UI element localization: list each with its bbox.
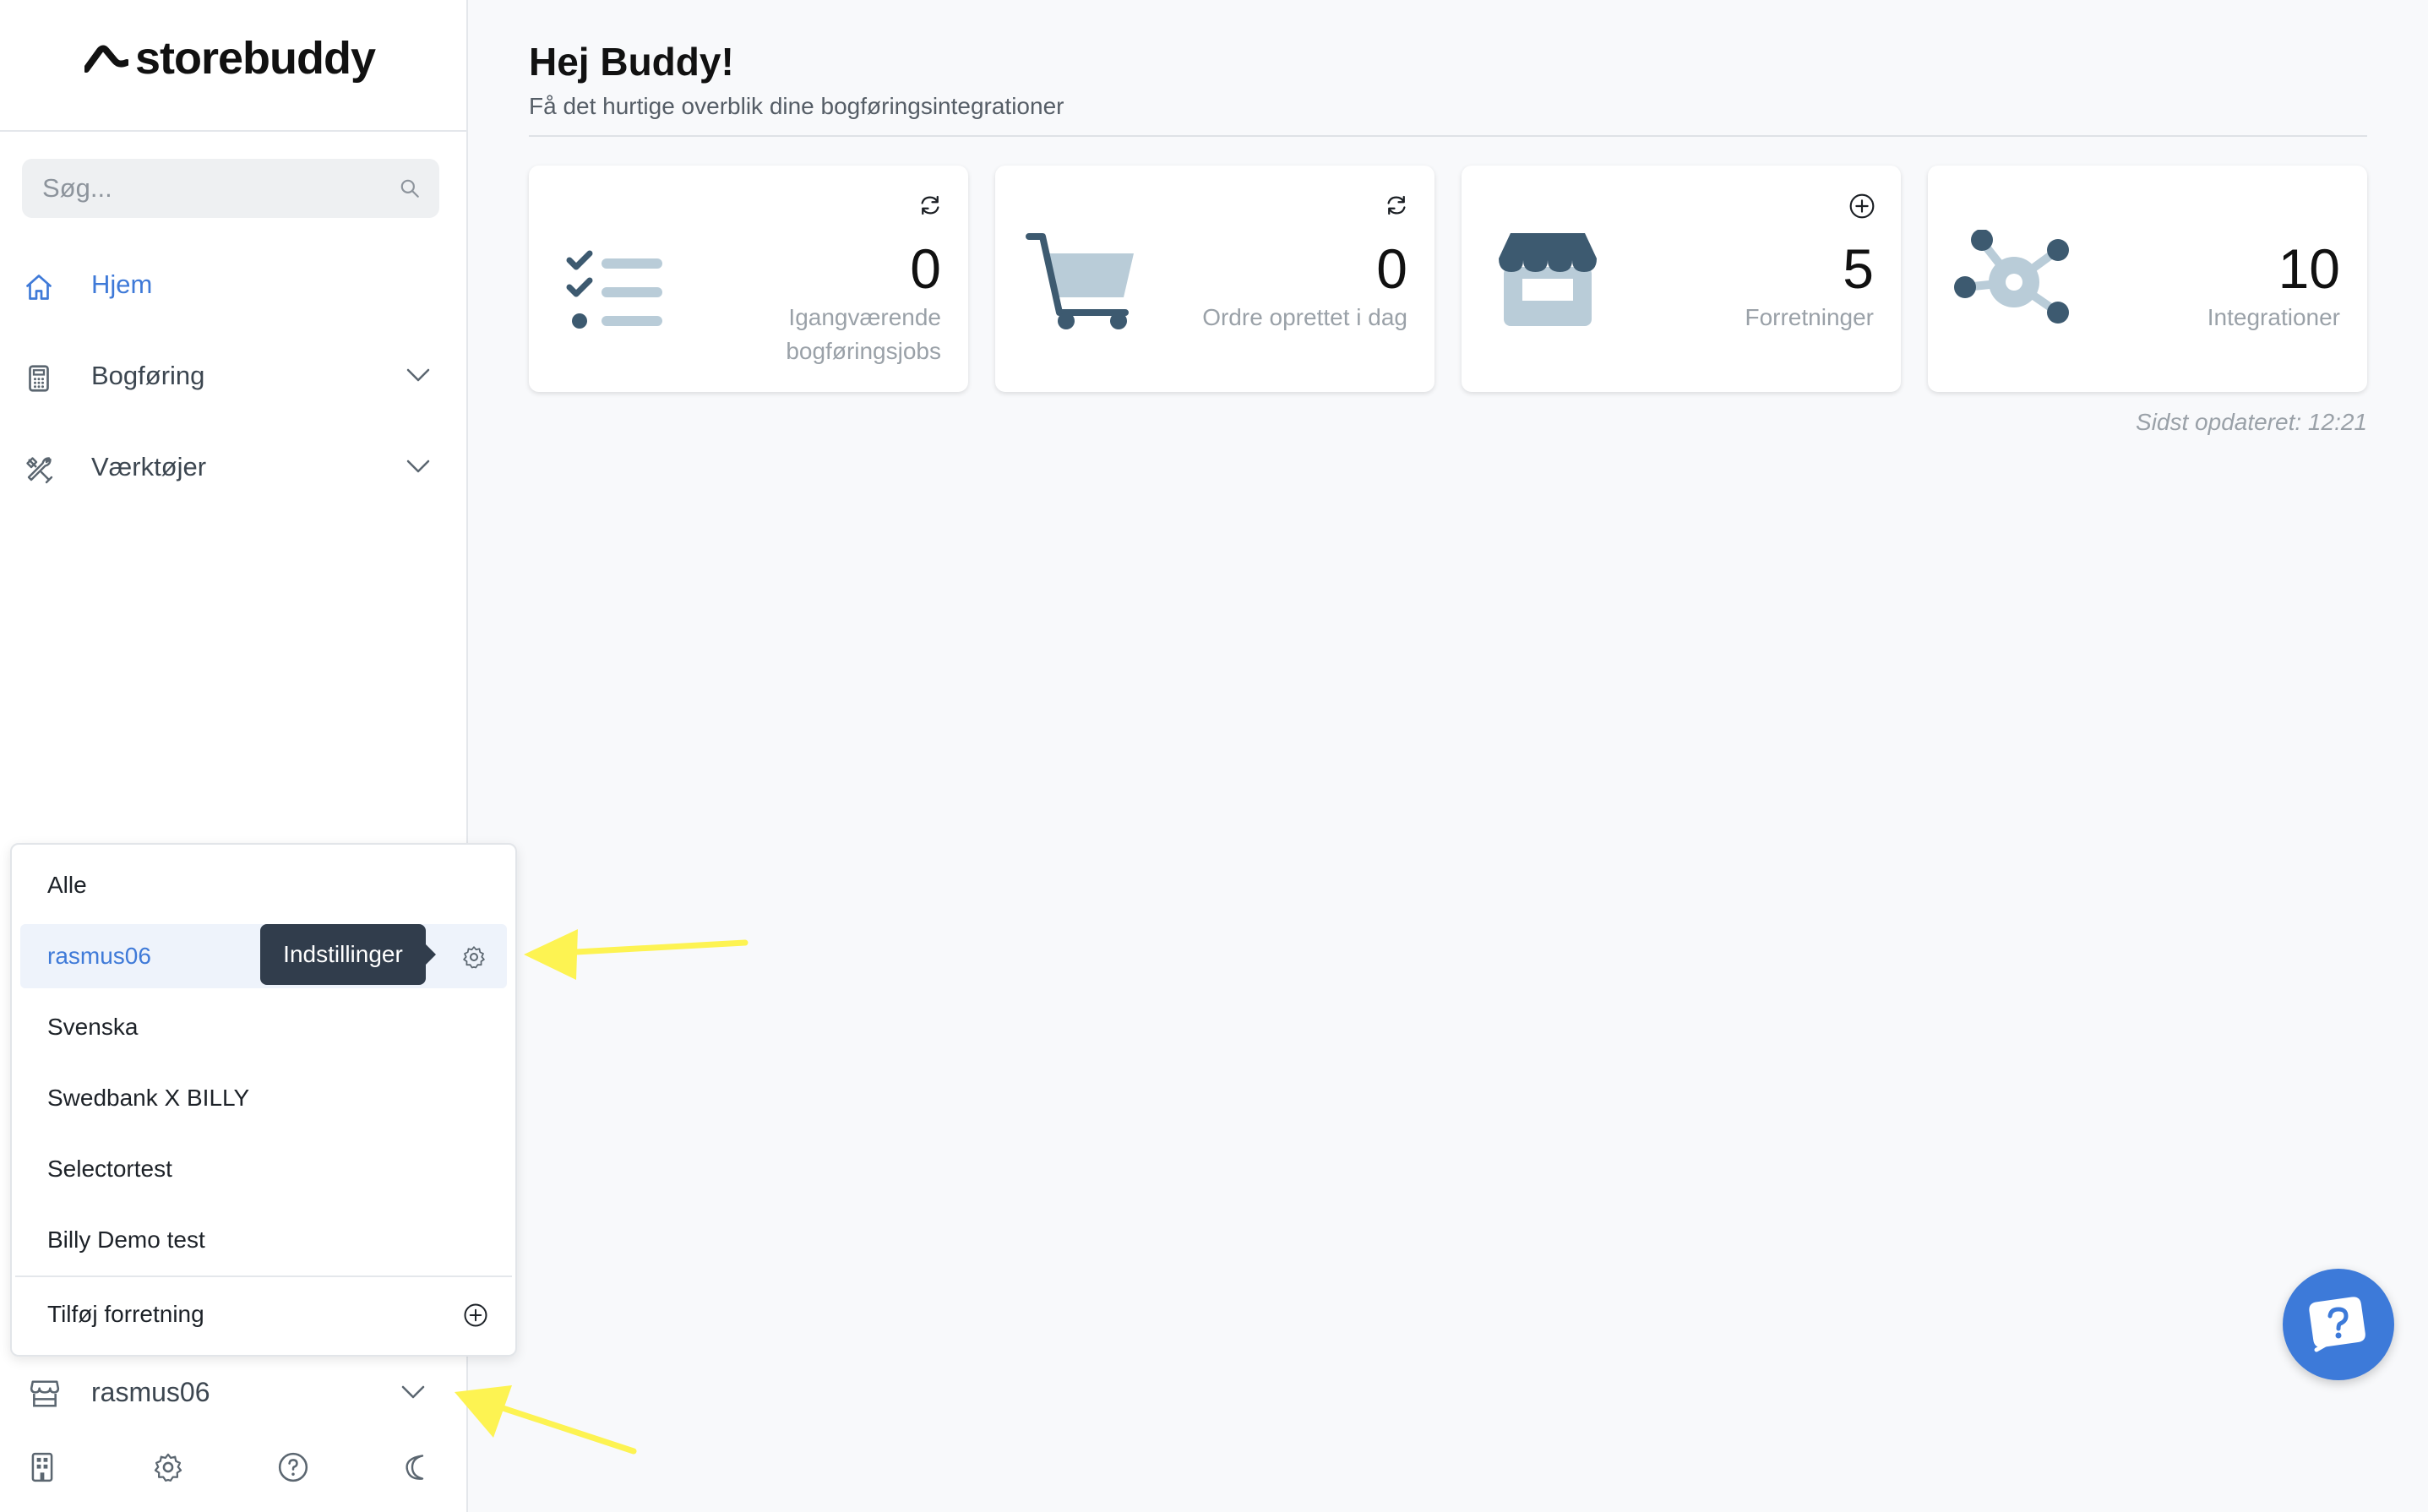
store-option-label: Selectortest <box>47 1156 172 1182</box>
sidebar-footer <box>0 1444 466 1495</box>
store-option-label: Swedbank X BILLY <box>47 1085 250 1111</box>
search-input[interactable] <box>22 172 399 204</box>
store-icon <box>30 1380 60 1407</box>
sidebar-item-home[interactable]: Hjem <box>0 247 466 323</box>
refresh-icon[interactable] <box>1384 193 1409 218</box>
stat-label: Forretninger <box>1745 304 1874 330</box>
store-icon <box>1499 233 1597 326</box>
header-divider <box>529 135 2367 137</box>
plus-circle-icon <box>464 1303 487 1327</box>
last-updated-timestamp: Sidst opdateret: 12:21 <box>2136 409 2367 435</box>
dropdown-divider <box>15 1275 512 1277</box>
sidebar-item-label: Bogføring <box>91 361 205 390</box>
refresh-icon[interactable] <box>917 193 943 218</box>
stat-card-orders-today: 0 Ordre oprettet i dag <box>995 166 1434 392</box>
annotation-arrow-icon <box>455 1385 637 1455</box>
store-option-label: Alle <box>47 872 87 898</box>
chevron-down-icon[interactable] <box>400 1384 426 1401</box>
sidebar-item-tools[interactable]: Værktøjer <box>0 429 466 505</box>
sidebar-divider <box>0 130 466 132</box>
stat-card-bookkeeping-jobs: 0 Igangværende bogføringsjobs <box>529 166 968 392</box>
calculator-icon <box>29 365 49 392</box>
store-option-selectortest[interactable]: Selectortest <box>20 1137 507 1201</box>
tools-icon <box>26 457 53 484</box>
chevron-down-icon[interactable] <box>406 458 431 475</box>
stat-value: 0 <box>1376 237 1407 300</box>
help-circle-icon[interactable] <box>277 1451 309 1483</box>
stat-card-integrations: 10 Integrationer <box>1928 166 2367 392</box>
chevron-down-icon[interactable] <box>406 367 431 383</box>
stat-value: 0 <box>910 237 941 300</box>
store-option-all[interactable]: Alle <box>20 853 507 917</box>
stat-card-stores: 5 Forretninger <box>1462 166 1901 392</box>
help-chat-button[interactable] <box>2283 1269 2394 1380</box>
store-option-label: Svenska <box>47 1014 139 1040</box>
annotation-arrow-icon <box>524 929 749 980</box>
stat-label: Integrationer <box>2207 304 2340 330</box>
current-store-label: rasmus06 <box>91 1377 210 1407</box>
add-store-label: Tilføj forretning <box>47 1301 204 1327</box>
stat-value: 10 <box>2278 237 2340 300</box>
store-option-billy-demo-test[interactable]: Billy Demo test <box>20 1208 507 1272</box>
page-title: Hej Buddy! <box>529 40 734 84</box>
help-chat-icon <box>2309 1297 2365 1352</box>
store-option-swedbank-x-billy[interactable]: Swedbank X BILLY <box>20 1066 507 1130</box>
stat-label: Ordre oprettet i dag <box>1202 304 1407 330</box>
settings-tooltip: Indstillinger <box>260 924 436 985</box>
add-store-button[interactable]: Tilføj forretning <box>20 1282 507 1346</box>
store-option-label: Billy Demo test <box>47 1226 205 1253</box>
store-selector[interactable]: rasmus06 <box>0 1355 466 1431</box>
store-option-svenska[interactable]: Svenska <box>20 995 507 1059</box>
sidebar-item-bookkeeping[interactable]: Bogføring <box>0 338 466 414</box>
storebuddy-logo[interactable]: storebuddy <box>84 32 376 84</box>
building-icon[interactable] <box>29 1451 56 1483</box>
sidebar-item-label: Hjem <box>91 269 153 299</box>
storebuddy-logo-icon <box>84 45 128 73</box>
sidebar-item-label: Værktøjer <box>91 452 207 481</box>
brand-name: storebuddy <box>135 33 376 84</box>
store-option-label: rasmus06 <box>47 943 151 969</box>
home-icon <box>26 275 52 300</box>
search-icon[interactable] <box>399 177 421 199</box>
stat-value: 5 <box>1843 237 1874 300</box>
search-box <box>22 159 439 218</box>
gear-icon[interactable] <box>152 1451 184 1483</box>
cart-icon <box>1026 233 1134 329</box>
store-dropdown-menu: Alle rasmus06 Svenska Swedbank X BILLY S… <box>10 843 517 1357</box>
checklist-icon <box>566 250 662 329</box>
gear-icon[interactable] <box>461 944 487 970</box>
plus-circle-icon[interactable] <box>1848 193 1875 220</box>
moon-icon[interactable] <box>402 1451 433 1483</box>
page-subtitle: Få det hurtige overblik dine bogføringsi… <box>529 93 1064 119</box>
integration-hub-icon <box>1954 230 2069 324</box>
stat-label: Igangværende bogføringsjobs <box>786 304 941 364</box>
